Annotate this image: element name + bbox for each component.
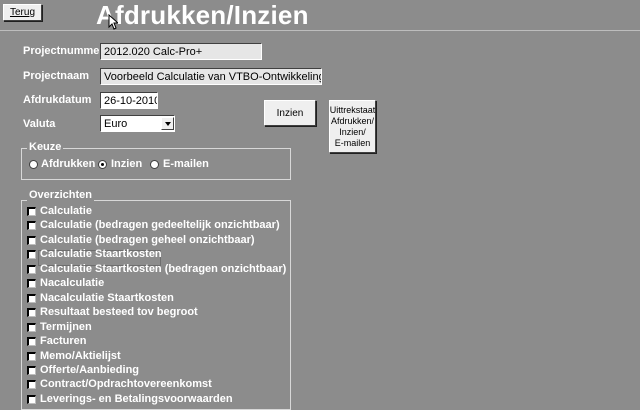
overzicht-checkbox-label: Calculatie (bedragen geheel onzichtbaar): [40, 234, 255, 246]
projectnaam-label: Projectnaam: [23, 70, 90, 82]
overzicht-checkbox[interactable]: [27, 352, 36, 361]
uittrekstaat-line-1: Uittrekstaat: [329, 104, 376, 115]
overzicht-checkbox-label: Calculatie (bedragen gedeeltelijk onzich…: [40, 219, 280, 231]
radio-afdrukken-label: Afdrukken: [41, 158, 96, 170]
overzicht-checkbox[interactable]: [27, 265, 36, 274]
overzicht-checkbox-label: Nacalculatie: [40, 277, 105, 289]
overzicht-checkbox-label: Termijnen: [40, 321, 92, 333]
projectnummer-field[interactable]: 2012.020 Calc-Pro+: [100, 43, 262, 60]
title-divider: [0, 30, 640, 31]
overzicht-checkbox[interactable]: [27, 337, 36, 346]
uittrekstaat-button[interactable]: Uittrekstaat Afdrukken/ Inzien/ E-mailen: [329, 100, 376, 153]
afdrukdatum-field[interactable]: 26-10-2010: [100, 92, 158, 109]
overzicht-checkbox[interactable]: [27, 294, 36, 303]
radio-inzien[interactable]: [98, 160, 107, 169]
overzicht-checkbox-label: Leverings- en Betalingsvoorwaarden: [40, 393, 233, 405]
overzicht-checkbox[interactable]: [27, 366, 36, 375]
inzien-button-label: Inzien: [276, 107, 304, 119]
radio-inzien-label: Inzien: [111, 158, 143, 170]
overzicht-checkbox[interactable]: [27, 207, 36, 216]
valuta-label: Valuta: [23, 118, 56, 130]
chevron-down-icon[interactable]: [161, 117, 174, 130]
radio-afdrukken[interactable]: [29, 160, 38, 169]
projectnaam-field[interactable]: Voorbeeld Calculatie van VTBO-Ontwikkeli…: [100, 68, 322, 85]
inzien-button[interactable]: Inzien: [264, 100, 316, 126]
overzicht-checkbox[interactable]: [27, 380, 36, 389]
overzicht-checkbox[interactable]: [27, 279, 36, 288]
overzicht-checkbox-label: Nacalculatie Staartkosten: [40, 292, 174, 304]
page-title: Afdrukken/Inzien: [96, 0, 309, 30]
overzichten-title: Overzichten: [27, 189, 94, 201]
back-button-label: Terug: [9, 7, 35, 18]
overzicht-checkbox-label: Contract/Opdrachtovereenkomst: [40, 378, 212, 390]
radio-emailen-label: E-mailen: [163, 158, 209, 170]
keuze-title: Keuze: [27, 141, 64, 153]
overzicht-checkbox-label: Offerte/Aanbieding: [40, 364, 140, 376]
back-button[interactable]: Terug: [3, 4, 42, 21]
uittrekstaat-line-4: E-mailen: [334, 137, 371, 148]
uittrekstaat-line-2: Afdrukken/: [330, 115, 375, 126]
overzicht-checkbox-label: Memo/Aktielijst: [40, 350, 121, 362]
overzicht-checkbox[interactable]: [27, 250, 36, 259]
overzicht-checkbox-label: Calculatie Staartkosten (bedragen onzich…: [40, 263, 287, 275]
overzicht-checkbox[interactable]: [27, 221, 36, 230]
arrow-cursor-icon: [108, 14, 118, 30]
overzicht-checkbox-label: Calculatie: [40, 205, 92, 217]
projectnummer-label: Projectnummer: [23, 45, 104, 57]
overzicht-checkbox[interactable]: [27, 323, 36, 332]
uittrekstaat-line-3: Inzien/: [339, 126, 366, 137]
radio-emailen[interactable]: [150, 160, 159, 169]
overzicht-checkbox[interactable]: [27, 308, 36, 317]
afdrukdatum-label: Afdrukdatum: [23, 94, 92, 106]
overzicht-checkbox-label: Facturen: [40, 335, 87, 347]
overzicht-checkbox-label: Resultaat besteed tov begroot: [40, 306, 198, 318]
overzicht-checkbox-label: Calculatie Staartkosten: [40, 248, 162, 260]
overzicht-checkbox[interactable]: [27, 236, 36, 245]
valuta-selected-value: Euro: [104, 118, 128, 130]
